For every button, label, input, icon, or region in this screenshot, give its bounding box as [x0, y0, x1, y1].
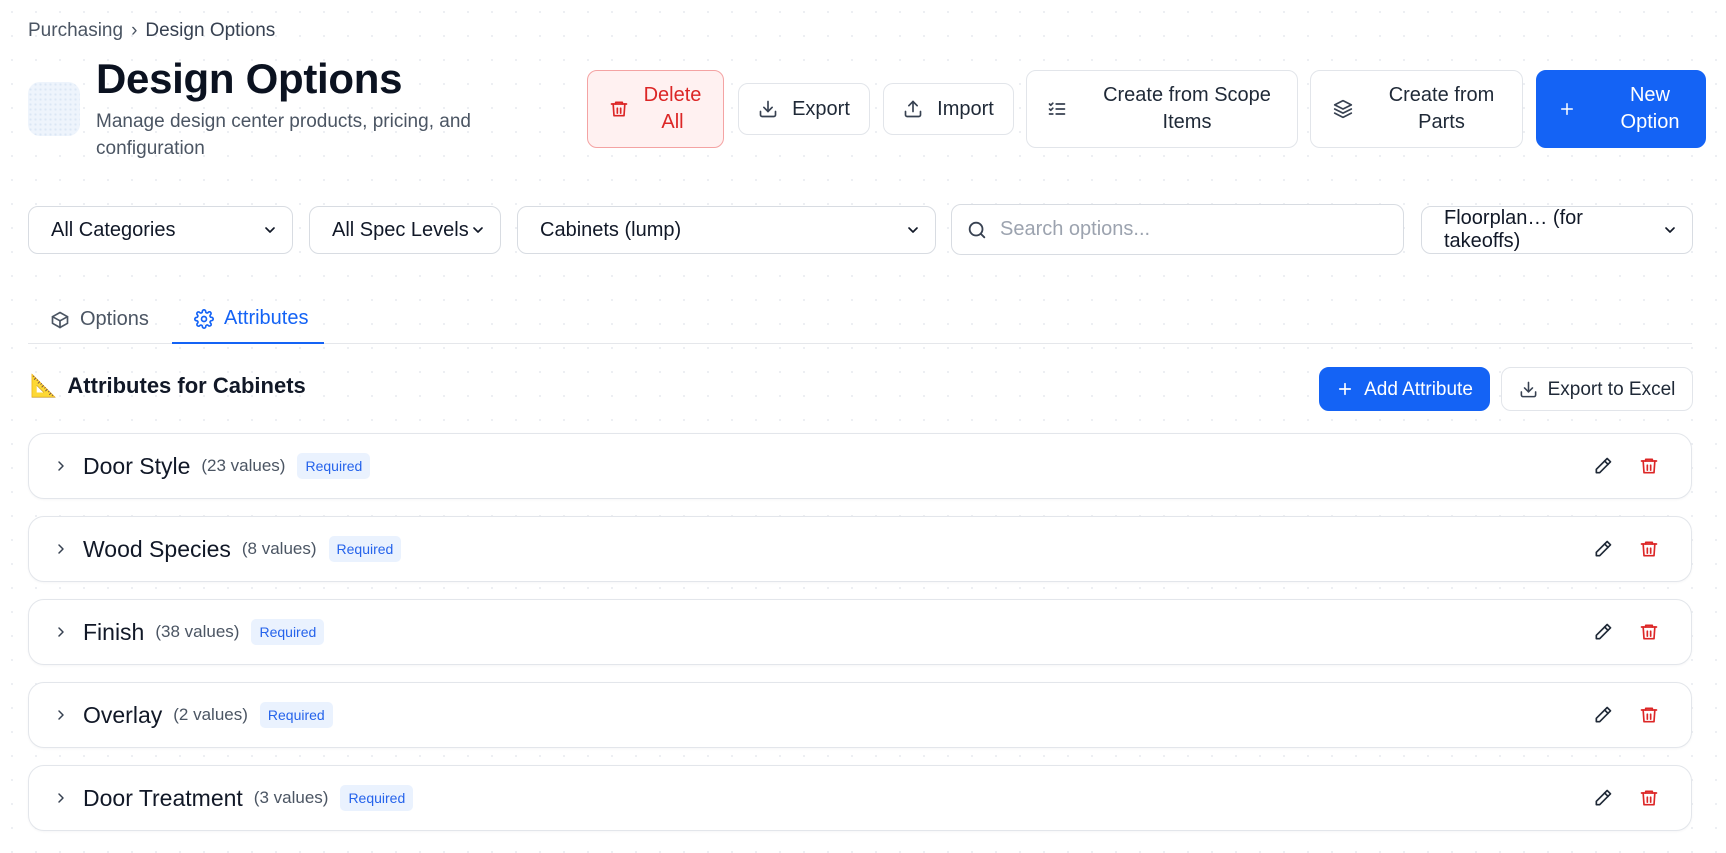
attribute-row[interactable]: Wood Species (8 values) Required — [28, 516, 1692, 582]
new-option-button[interactable]: New Option — [1536, 70, 1706, 148]
breadcrumb: Purchasing › Design Options — [28, 20, 275, 42]
gear-icon — [194, 308, 214, 329]
search-input[interactable] — [1000, 218, 1380, 241]
chevron-down-icon — [1662, 222, 1678, 238]
import-label: Import — [937, 97, 994, 120]
breadcrumb-parent-link[interactable]: Purchasing — [28, 20, 123, 42]
attribute-name: Door Treatment — [83, 784, 243, 811]
chevron-down-icon — [905, 222, 921, 238]
edit-pencil-icon[interactable] — [1593, 788, 1613, 808]
trash-icon[interactable] — [1639, 788, 1659, 808]
page-title: Design Options — [96, 55, 403, 102]
export-excel-button[interactable]: Export to Excel — [1501, 367, 1693, 411]
import-button[interactable]: Import — [883, 83, 1014, 135]
attribute-value-count: (3 values) — [253, 788, 329, 807]
export-excel-label: Export to Excel — [1547, 378, 1676, 400]
section-header: 📐 Attributes for Cabinets — [30, 373, 306, 399]
export-label: Export — [792, 97, 850, 120]
layers-icon — [1333, 99, 1353, 119]
add-attribute-label: Add Attribute — [1364, 378, 1473, 400]
trash-icon[interactable] — [1639, 622, 1659, 642]
chevron-right-icon[interactable] — [53, 624, 69, 640]
edit-pencil-icon[interactable] — [1593, 539, 1613, 559]
create-from-scope-label: Create from Scope Items — [1103, 84, 1271, 133]
spec-level-select-value: All Spec Levels — [332, 218, 469, 241]
required-badge: Required — [328, 536, 402, 562]
tab-attributes[interactable]: Attributes — [172, 295, 324, 344]
attribute-name: Door Style — [83, 452, 191, 479]
tab-options[interactable]: Options — [28, 295, 173, 344]
attribute-value-count: (23 values) — [201, 456, 286, 475]
spec-level-select[interactable]: All Spec Levels — [309, 206, 501, 254]
box-icon — [50, 310, 70, 330]
trash-icon — [609, 99, 629, 119]
add-attribute-button[interactable]: Add Attribute — [1319, 367, 1490, 411]
attribute-row[interactable]: Door Style (23 values) Required — [28, 433, 1692, 499]
attribute-value-count: (8 values) — [241, 539, 317, 558]
chevron-right-icon[interactable] — [53, 541, 69, 557]
list-checks-icon — [1047, 99, 1067, 119]
floorplan-select[interactable]: Floorplan… (for takeoffs) — [1421, 206, 1693, 254]
page-logo-tile — [28, 82, 80, 136]
attribute-name: Finish — [83, 618, 145, 645]
create-from-scope-button[interactable]: Create from Scope Items — [1026, 70, 1298, 148]
create-from-parts-button[interactable]: Create from Parts — [1310, 70, 1523, 148]
required-badge: Required — [297, 453, 371, 479]
attribute-name: Wood Species — [83, 535, 231, 562]
edit-pencil-icon[interactable] — [1593, 622, 1613, 642]
delete-all-button[interactable]: Delete All — [587, 70, 724, 148]
attribute-row[interactable]: Door Treatment (3 values) Required — [28, 765, 1692, 831]
ruler-icon: 📐 — [30, 373, 58, 398]
required-badge: Required — [251, 619, 325, 645]
download-icon — [1519, 380, 1538, 399]
new-option-label: New Option — [1620, 84, 1680, 133]
required-badge: Required — [340, 785, 414, 811]
section-title: Attributes for Cabinets — [67, 373, 306, 398]
tab-options-label: Options — [80, 308, 149, 330]
delete-all-label: Delete All — [643, 84, 702, 133]
edit-pencil-icon[interactable] — [1593, 705, 1613, 725]
create-from-parts-label: Create from Parts — [1388, 84, 1495, 133]
chevron-right-icon[interactable] — [53, 790, 69, 806]
group-select[interactable]: Cabinets (lump) — [517, 206, 936, 254]
attribute-row[interactable]: Finish (38 values) Required — [28, 599, 1692, 665]
category-select[interactable]: All Categories — [28, 206, 293, 254]
attribute-name: Overlay — [83, 701, 163, 728]
chevron-down-icon — [470, 222, 486, 238]
tab-attributes-label: Attributes — [224, 307, 309, 329]
chevron-down-icon — [262, 222, 278, 238]
trash-icon[interactable] — [1639, 539, 1659, 559]
floorplan-select-value: Floorplan… (for takeoffs) — [1444, 207, 1583, 252]
plus-icon — [1336, 380, 1354, 398]
search-box — [951, 204, 1404, 255]
required-badge: Required — [259, 702, 333, 728]
breadcrumb-current: Design Options — [145, 20, 276, 41]
plus-icon — [1558, 100, 1576, 118]
export-button[interactable]: Export — [738, 83, 870, 135]
chevron-right-icon[interactable] — [53, 458, 69, 474]
upload-icon — [903, 99, 923, 119]
trash-icon[interactable] — [1639, 456, 1659, 476]
category-select-value: All Categories — [51, 218, 176, 241]
attribute-row[interactable]: Overlay (2 values) Required — [28, 682, 1692, 748]
group-select-value: Cabinets (lump) — [540, 218, 682, 241]
page-subtitle: Manage design center products, pricing, … — [96, 111, 471, 159]
download-icon — [758, 99, 778, 119]
edit-pencil-icon[interactable] — [1593, 456, 1613, 476]
attribute-value-count: (38 values) — [155, 622, 240, 641]
attribute-value-count: (2 values) — [173, 705, 248, 724]
chevron-right-icon[interactable] — [53, 707, 69, 723]
breadcrumb-separator: › — [131, 20, 138, 41]
trash-icon[interactable] — [1639, 705, 1659, 725]
tab-bar: Options Attributes — [28, 295, 1692, 344]
search-icon — [966, 219, 988, 241]
